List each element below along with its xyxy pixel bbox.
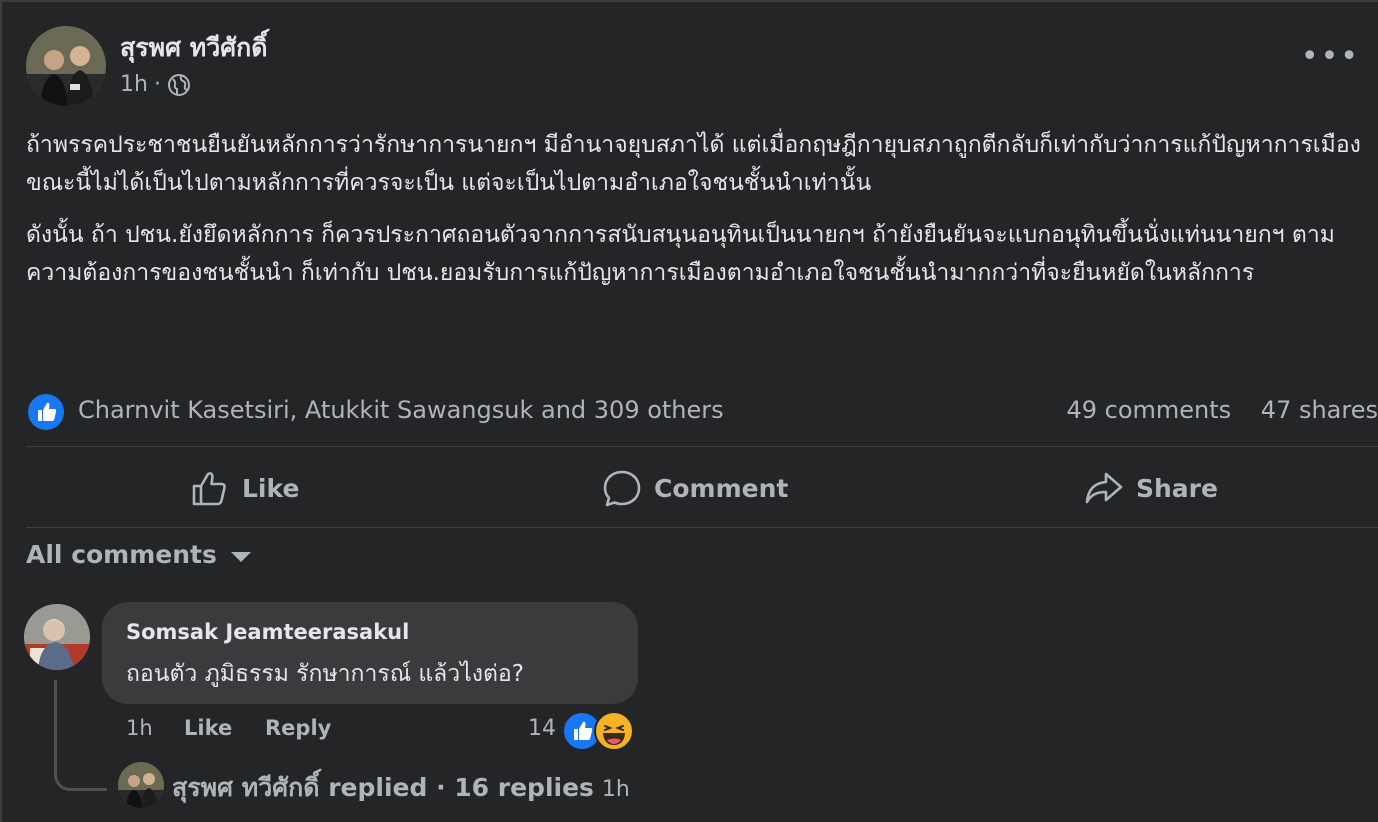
comment-like-button[interactable]: Like xyxy=(184,716,232,740)
view-replies-link[interactable]: สุรพศ ทวีศักดิ์ replied · 16 replies 1h xyxy=(172,768,630,808)
comments-filter-dropdown[interactable]: All comments xyxy=(26,540,251,569)
comment-author[interactable]: Somsak Jeamteerasakul xyxy=(126,620,409,644)
comment-reaction-count[interactable]: 14 xyxy=(528,716,556,741)
like-button[interactable]: Like xyxy=(190,466,299,510)
divider-top xyxy=(26,446,1378,447)
thumbs-up-icon xyxy=(192,472,226,506)
globe-icon xyxy=(167,73,190,96)
shares-count[interactable]: 47 shares xyxy=(1261,396,1378,424)
like-button-label: Like xyxy=(242,473,300,503)
post-paragraph-1: ถ้าพรรคประชาชนยืนยันหลักการว่ารักษาการนา… xyxy=(26,132,1361,196)
comment-button[interactable]: Comment xyxy=(602,466,788,510)
share-arrow-icon xyxy=(1085,472,1123,504)
replies-summary-text: สุรพศ ทวีศักดิ์ replied · 16 replies xyxy=(172,773,594,802)
more-options-button[interactable]: ••• xyxy=(1301,42,1360,72)
reactors-list[interactable]: Charnvit Kasetsiri, Atukkit Sawangsuk an… xyxy=(78,396,724,424)
haha-reaction-icon xyxy=(594,711,634,751)
comments-filter-label: All comments xyxy=(26,540,217,569)
more-dots-icon: ••• xyxy=(1300,39,1360,74)
engagement-counts: 49 comments 47 shares xyxy=(1044,396,1378,424)
reaction-summary-row: Charnvit Kasetsiri, Atukkit Sawangsuk an… xyxy=(28,392,1378,432)
comment-bubble: Somsak Jeamteerasakul ถอนตัว ภูมิธรรม รั… xyxy=(102,602,638,704)
post-meta: 1h · xyxy=(120,72,191,97)
meta-separator: · xyxy=(153,72,161,97)
post-author-name[interactable]: สุรพศ ทวีศักดิ์ xyxy=(120,28,268,68)
window-border-left xyxy=(0,0,2,822)
comment-button-label: Comment xyxy=(654,473,789,503)
post-paragraph-2: ดังนั้น ถ้า ปชน.ยังยึดหลักการ ก็ควรประกา… xyxy=(26,222,1335,286)
speech-bubble-icon xyxy=(603,470,641,507)
share-button-label: Share xyxy=(1136,473,1218,503)
author-avatar[interactable] xyxy=(26,26,106,106)
comment-time[interactable]: 1h xyxy=(126,716,153,740)
window-border-top xyxy=(0,0,1378,2)
comments-count[interactable]: 49 comments xyxy=(1066,396,1231,424)
comment-reply-button[interactable]: Reply xyxy=(265,716,331,740)
post-time[interactable]: 1h xyxy=(120,72,148,97)
reply-thread-line xyxy=(54,680,107,791)
comment-text: ถอนตัว ภูมิธรรม รักษาการณ์ แล้วไงต่อ? xyxy=(126,661,524,687)
commenter-avatar[interactable] xyxy=(24,604,90,670)
divider-bottom xyxy=(26,527,1378,528)
commenter-photo xyxy=(24,604,90,670)
post-text: ถ้าพรรคประชาชนยืนยันหลักการว่ารักษาการนา… xyxy=(26,126,1372,306)
caret-down-icon xyxy=(230,551,251,562)
avatar-photo xyxy=(26,26,106,106)
share-button[interactable]: Share xyxy=(1084,466,1218,510)
like-reaction-icon xyxy=(28,394,64,430)
replies-time: 1h xyxy=(601,777,630,802)
replier-avatar[interactable] xyxy=(118,762,164,808)
replier-photo xyxy=(118,762,164,808)
